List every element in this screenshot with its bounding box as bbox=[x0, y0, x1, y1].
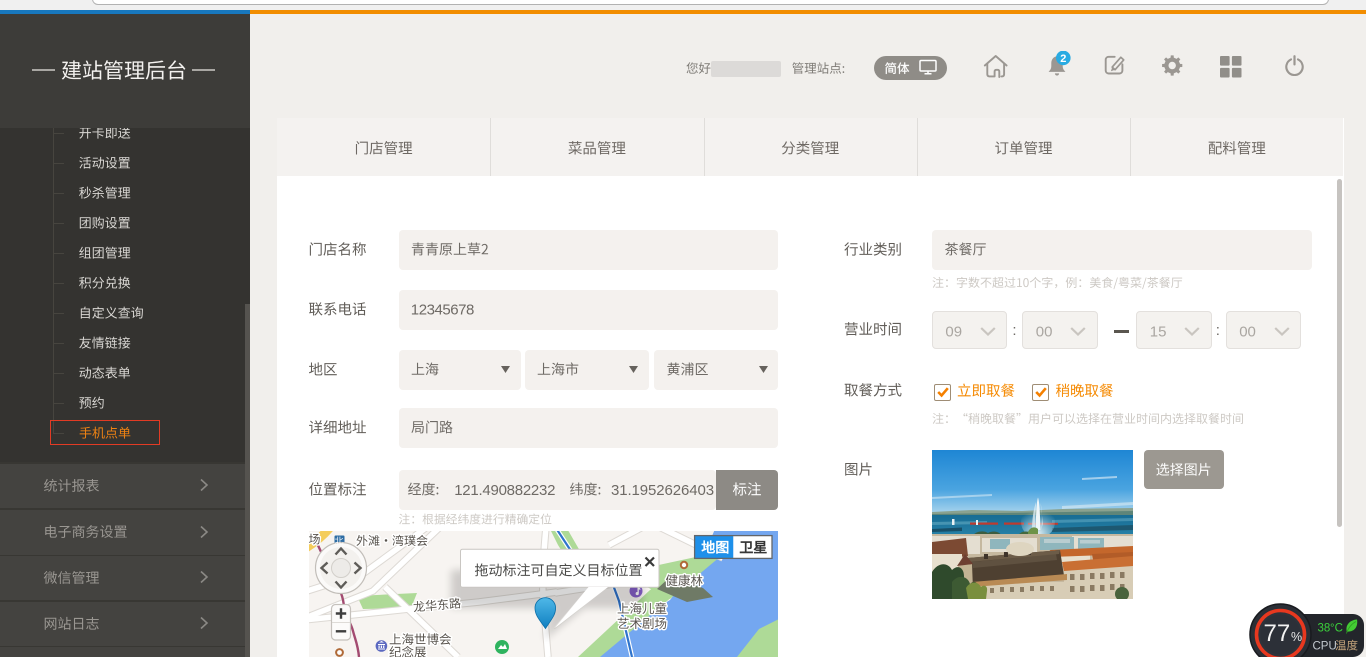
svg-text:2: 2 bbox=[1060, 53, 1066, 65]
